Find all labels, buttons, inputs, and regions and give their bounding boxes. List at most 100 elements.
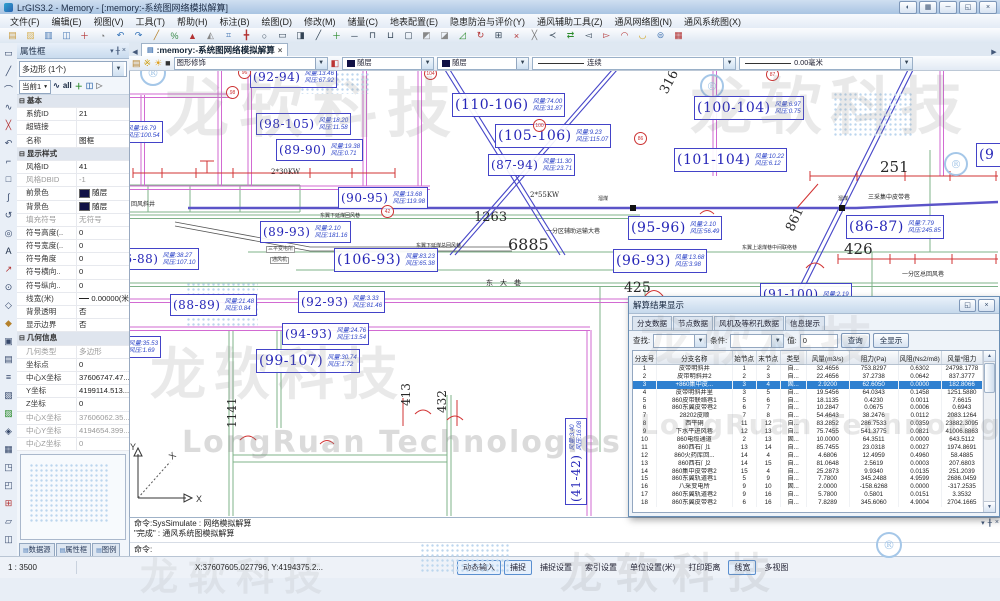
current-combo[interactable]: 当前1▼ — [19, 80, 51, 94]
toolbar-icon[interactable]: ↶ — [112, 28, 129, 43]
canvas-toolbar-icon[interactable]: ☀ — [154, 58, 162, 69]
scale-indicator[interactable]: 1 : 3500 — [0, 561, 77, 574]
airway-label[interactable]: (94-93) 风量:24.76 风压:13.54 — [282, 323, 369, 345]
tab-scroll-left-icon[interactable]: ◀ — [129, 48, 141, 56]
property-value[interactable]: 0 — [77, 280, 129, 292]
property-value[interactable]: 否 — [77, 319, 129, 331]
property-row[interactable]: 风格ID 41 — [17, 161, 129, 174]
property-row[interactable]: 填充符号 无符号 — [17, 214, 129, 227]
property-row[interactable]: 中心Y坐标 4194654.399... — [17, 425, 129, 438]
draw-tool-icon[interactable]: ↺ — [1, 207, 17, 223]
airway-label[interactable]: (100-104) 风量:6.97 风压:0.75 — [694, 96, 804, 120]
property-value[interactable]: 37606747.47... — [77, 372, 129, 384]
airway-label[interactable]: (9 — [976, 143, 1000, 167]
table-row[interactable]: 18860东翼皮带巷2 616 自...7.8289 345.60604.900… — [633, 499, 983, 507]
airway-label[interactable]: (41-42) 风量:3.40 风压:16.08 — [565, 418, 587, 505]
linewidth-combo[interactable]: 0.00毫米 ▼ — [739, 57, 913, 70]
chevron-down-icon[interactable]: ▼ — [900, 58, 912, 69]
canvas-toolbar-icon[interactable]: ※ — [144, 58, 152, 69]
toolbar-icon[interactable]: ⇄ — [562, 28, 579, 43]
properties-toolbar-icon[interactable]: ◫ — [86, 81, 94, 92]
draw-tool-icon[interactable]: ◫ — [1, 531, 17, 547]
toolbar-icon[interactable]: ╱ — [148, 28, 165, 43]
property-value[interactable]: 随层 — [77, 201, 129, 213]
table-row[interactable]: 4皮带明斜井里 35 自...19.5456 64.03430.1458 125… — [633, 389, 983, 397]
airway-label[interactable]: (95-96) 风量:2.10 风压:56.49 — [628, 216, 722, 240]
canvas-toolbar-icon[interactable]: ▤ — [132, 58, 141, 69]
airway-label[interactable]: (110-106) 风量:74.00 风压:31.87 — [452, 93, 565, 117]
toolbar-icon[interactable]: % — [166, 28, 183, 43]
property-value[interactable]: 无符号 — [77, 214, 129, 226]
property-row[interactable]: Z坐标 0 — [17, 398, 129, 411]
toolbar-icon[interactable]: ╳ — [526, 28, 543, 43]
toolbar-icon[interactable]: ◫ — [58, 28, 75, 43]
dialog-tab[interactable]: 风机及等积孔数据 — [714, 316, 784, 330]
toolbar-icon[interactable]: ◅ — [580, 28, 597, 43]
dialog-tab[interactable]: 分支数据 — [632, 316, 672, 330]
window-control-button[interactable]: ─ — [939, 1, 957, 14]
window-control-button[interactable]: ◐ — [899, 1, 917, 14]
table-row[interactable]: 17860东翼轨道巷2 916 自...5.7800 0.58010.0151 … — [633, 491, 983, 499]
condition-combo[interactable]: ▼ — [730, 334, 784, 348]
status-toggle-button[interactable]: 捕捉设置 — [535, 561, 577, 574]
property-value[interactable]: 0.00000(米 — [77, 293, 129, 305]
dialog-control-button[interactable]: ◱ — [959, 299, 976, 312]
property-value[interactable]: 0 — [77, 398, 129, 410]
draw-tool-icon[interactable]: ▱ — [1, 513, 17, 529]
airway-label[interactable]: (89-93) 风量:2.10 风压:181.16 — [260, 221, 351, 243]
tab-close-icon[interactable]: × — [278, 46, 283, 55]
property-value[interactable] — [77, 121, 129, 133]
table-row[interactable]: 9下水平进风巷 1213 自...75.7455 541.37750.0821 … — [633, 428, 983, 436]
brush-icon[interactable]: ◧ — [331, 58, 340, 69]
toolbar-icon[interactable]: ◠ — [616, 28, 633, 43]
property-value[interactable]: 多边形 — [77, 346, 129, 358]
airway-label[interactable]: (89-90) 风量:19.38 风压:0.71 — [276, 139, 363, 161]
dialog-title-bar[interactable]: 解算结果显示 ◱× — [629, 297, 999, 314]
draw-tool-icon[interactable]: ↗ — [1, 261, 17, 277]
properties-toolbar-icon[interactable]: ∿ — [53, 81, 60, 92]
table-row[interactable]: 8西平硐 1112 自...83.2852 286.75330.0359 238… — [633, 420, 983, 428]
draw-tool-icon[interactable]: ◎ — [1, 225, 17, 241]
draw-tool-icon[interactable]: ⊙ — [1, 279, 17, 295]
toolbar-icon[interactable]: ▦ — [670, 28, 687, 43]
panel-tab[interactable]: 图例 — [92, 543, 120, 556]
panel-tab[interactable]: 数据源 — [19, 543, 55, 556]
menu-item[interactable]: 帮助(H) — [171, 15, 214, 28]
draw-tool-icon[interactable]: ▨ — [1, 405, 17, 421]
panel-header-button[interactable]: × — [122, 47, 126, 55]
menu-item[interactable]: 编辑(E) — [46, 15, 88, 28]
table-row[interactable]: 16八采变电所 910 固...2.0000 -158.62680.0000 -… — [633, 483, 983, 491]
draw-tool-icon[interactable]: ▤ — [1, 351, 17, 367]
window-control-button[interactable]: ◱ — [959, 1, 977, 14]
command-dock-button[interactable]: ╂ — [988, 519, 992, 527]
property-row[interactable]: 背景色 随层 — [17, 201, 129, 214]
menu-item[interactable]: 通风系统图(X) — [678, 15, 747, 28]
property-row[interactable]: 中心X坐标 37606062.35... — [17, 412, 129, 425]
draw-tool-icon[interactable]: ∫ — [1, 189, 17, 205]
toolbar-icon[interactable]: ◨ — [292, 28, 309, 43]
toolbar-icon[interactable]: ◿ — [454, 28, 471, 43]
layer-combo[interactable]: 图形修饰▼ — [174, 57, 328, 70]
table-row[interactable]: 11860西石门1 1314 自...85.7455 23.03180.0027… — [633, 444, 983, 452]
airway-label[interactable]: (88-89) 风量:21.48 风压:0.84 — [170, 294, 257, 316]
property-row[interactable]: 中心Z坐标 0 — [17, 438, 129, 451]
chevron-down-icon[interactable]: ▼ — [112, 62, 124, 76]
property-row[interactable]: 几何类型 多边形 — [17, 346, 129, 359]
airway-label[interactable]: (99-107) 风量:30.74 风压:1.72 — [256, 349, 360, 373]
toolbar-icon[interactable]: ◡ — [634, 28, 651, 43]
property-row[interactable]: 显示边界 否 — [17, 319, 129, 332]
status-toggle-button[interactable]: 打印距离 — [683, 561, 725, 574]
property-row[interactable]: 风格DBID -1 — [17, 174, 129, 187]
airway-label[interactable]: (86-87) 风量:7.79 风压:245.85 — [846, 215, 944, 239]
properties-toolbar-icon[interactable]: ▷ — [96, 81, 102, 92]
property-value[interactable]: 图框 — [77, 135, 129, 147]
property-row[interactable]: 符号横向.. 0 — [17, 266, 129, 279]
table-row[interactable]: 1皮带明斜井 12 自...32.4656 753.82970.6302 247… — [633, 365, 983, 373]
airway-label[interactable]: (98-105) 风量:18.20 风压:11.58 — [256, 113, 351, 135]
property-row[interactable]: 符号角度 0 — [17, 253, 129, 266]
property-row[interactable]: 名称 图框 — [17, 135, 129, 148]
value-input[interactable]: 0 — [800, 334, 838, 348]
toolbar-icon[interactable]: ▤ — [4, 28, 21, 43]
draw-tool-icon[interactable]: ◆ — [1, 315, 17, 331]
toolbar-icon[interactable]: ▥ — [40, 28, 57, 43]
